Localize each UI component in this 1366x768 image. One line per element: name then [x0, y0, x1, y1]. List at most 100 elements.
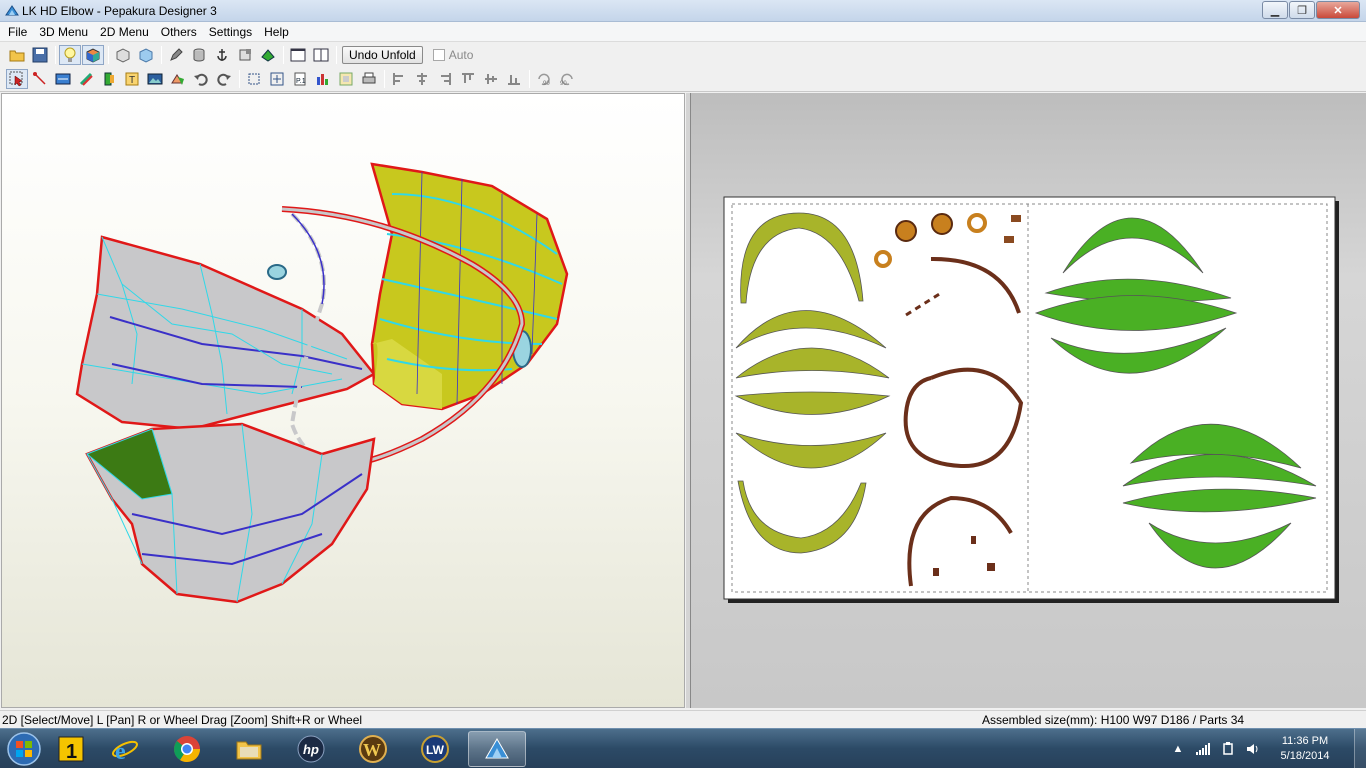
select-move-icon[interactable]: [6, 69, 28, 89]
svg-text:hp: hp: [303, 742, 319, 757]
menu-others[interactable]: Others: [155, 22, 203, 42]
taskbar-file-explorer[interactable]: [220, 731, 278, 767]
save-icon[interactable]: [29, 45, 51, 65]
show-hidden-icons-icon[interactable]: ▲: [1170, 741, 1186, 757]
rotate-90-ccw-icon[interactable]: 90: [533, 69, 555, 89]
svg-text:T: T: [129, 75, 135, 86]
system-tray: ▲ 11:36 PM 5/18/2014: [1170, 729, 1366, 768]
close-button[interactable]: ✕: [1316, 1, 1360, 19]
toolbar-separator: [336, 46, 337, 64]
edge-edit-icon[interactable]: [29, 69, 51, 89]
main-toolbar: Undo Unfold Auto: [0, 43, 1366, 67]
auto-checkbox-group[interactable]: Auto: [432, 48, 474, 62]
menu-2d[interactable]: 2D Menu: [94, 22, 155, 42]
network-signal-icon[interactable]: [1195, 741, 1211, 757]
color-cube-icon[interactable]: [82, 45, 104, 65]
svg-text:W: W: [363, 740, 381, 760]
auto-checkbox[interactable]: [432, 49, 445, 61]
single-view-icon[interactable]: [287, 45, 309, 65]
clock-date: 5/18/2014: [1280, 750, 1330, 762]
taskbar-hp-app[interactable]: hp: [282, 731, 340, 767]
rotate-90-cw-icon[interactable]: 90: [556, 69, 578, 89]
align-top-icon[interactable]: [457, 69, 479, 89]
undo-unfold-button[interactable]: Undo Unfold: [342, 46, 423, 64]
align-bottom-icon[interactable]: [503, 69, 525, 89]
rotate-icon[interactable]: [75, 69, 97, 89]
page-icon[interactable]: P.1: [289, 69, 311, 89]
taskbar-app-1[interactable]: 1: [42, 731, 100, 767]
undo-icon[interactable]: [190, 69, 212, 89]
dual-view-icon[interactable]: [310, 45, 332, 65]
join-icon[interactable]: [257, 45, 279, 65]
hp-icon: hp: [297, 735, 325, 763]
fit-icon[interactable]: [243, 69, 265, 89]
status-bar: 2D [Select/Move] L [Pan] R or Wheel Drag…: [0, 710, 1366, 728]
windows-taskbar: 1 e hp W LW ▲ 11:36 PM 5/18/2014: [0, 728, 1366, 768]
menu-file[interactable]: File: [2, 22, 33, 42]
open-icon[interactable]: [6, 45, 28, 65]
title-bar: LK HD Elbow - Pepakura Designer 3 ▁ ❐ ✕: [0, 0, 1366, 22]
print-icon[interactable]: [358, 69, 380, 89]
svg-text:1: 1: [66, 741, 77, 763]
image-icon[interactable]: [144, 69, 166, 89]
print-preview-icon[interactable]: [335, 69, 357, 89]
auto-label: Auto: [448, 48, 474, 62]
model-part-upper-shell: [75, 235, 376, 431]
pencil-icon[interactable]: [165, 45, 187, 65]
taskbar-clock[interactable]: 11:36 PM 5/18/2014: [1270, 734, 1340, 764]
power-plug-icon[interactable]: [1220, 741, 1236, 757]
taskbar-lw-app[interactable]: LW: [406, 731, 464, 767]
status-assembled-size: Assembled size(mm): H100 W97 D186 / Part…: [982, 713, 1245, 727]
anchor-icon[interactable]: [211, 45, 233, 65]
taskbar-chrome[interactable]: [158, 731, 216, 767]
folder-icon: [236, 741, 262, 760]
menu-settings[interactable]: Settings: [203, 22, 258, 42]
status-mode-text: 2D [Select/Move] L [Pan] R or Wheel Drag…: [2, 713, 363, 727]
box-icon[interactable]: [112, 45, 134, 65]
flap-toggle-icon[interactable]: [98, 69, 120, 89]
clock-time: 11:36 PM: [1281, 735, 1329, 747]
text-box-icon[interactable]: T: [121, 69, 143, 89]
flap-icon[interactable]: [234, 45, 256, 65]
align-left-icon[interactable]: [388, 69, 410, 89]
lw-icon: LW: [421, 735, 449, 763]
2d-pattern-view[interactable]: [691, 93, 1366, 708]
zoom-fit-icon[interactable]: [266, 69, 288, 89]
show-desktop-button[interactable]: [1354, 729, 1366, 768]
align-middle-icon[interactable]: [480, 69, 502, 89]
svg-text:90: 90: [560, 81, 567, 87]
menu-bar: File 3D Menu 2D Menu Others Settings Hel…: [0, 22, 1366, 42]
toolbar-separator: [239, 70, 240, 88]
svg-text:LW: LW: [426, 743, 445, 757]
align-center-icon[interactable]: [411, 69, 433, 89]
2d-view-pane[interactable]: [690, 93, 1366, 708]
svg-text:e: e: [115, 739, 126, 764]
maximize-button[interactable]: ❐: [1289, 1, 1315, 19]
volume-icon[interactable]: [1245, 741, 1261, 757]
warcraft-w-icon: W: [359, 735, 387, 763]
redo-icon[interactable]: [213, 69, 235, 89]
cube-icon[interactable]: [135, 45, 157, 65]
3d-view-pane[interactable]: [1, 93, 685, 708]
pepakura-app-icon: [5, 5, 19, 16]
text-icon[interactable]: [52, 69, 74, 89]
cylinder-icon[interactable]: [188, 45, 210, 65]
align-right-icon[interactable]: [434, 69, 456, 89]
lightbulb-icon[interactable]: [59, 45, 81, 65]
3d-model-view[interactable]: [2, 94, 686, 709]
toolbar-separator: [283, 46, 284, 64]
menu-3d[interactable]: 3D Menu: [33, 22, 94, 42]
number-one-app-icon: 1: [58, 736, 84, 763]
minimize-button[interactable]: ▁: [1262, 1, 1288, 19]
svg-text:90: 90: [543, 81, 550, 87]
start-button[interactable]: [4, 730, 44, 768]
arrange-icon[interactable]: [312, 69, 334, 89]
menu-help[interactable]: Help: [258, 22, 295, 42]
taskbar-warcraft-app[interactable]: W: [344, 731, 402, 767]
taskbar-internet-explorer[interactable]: e: [96, 731, 154, 767]
join-parts-icon[interactable]: [167, 69, 189, 89]
toolbar-separator: [55, 46, 56, 64]
taskbar-pepakura-app[interactable]: [468, 731, 526, 767]
svg-text:P.1: P.1: [296, 78, 306, 85]
edit-toolbar: T P.1 90 90: [0, 67, 1366, 92]
